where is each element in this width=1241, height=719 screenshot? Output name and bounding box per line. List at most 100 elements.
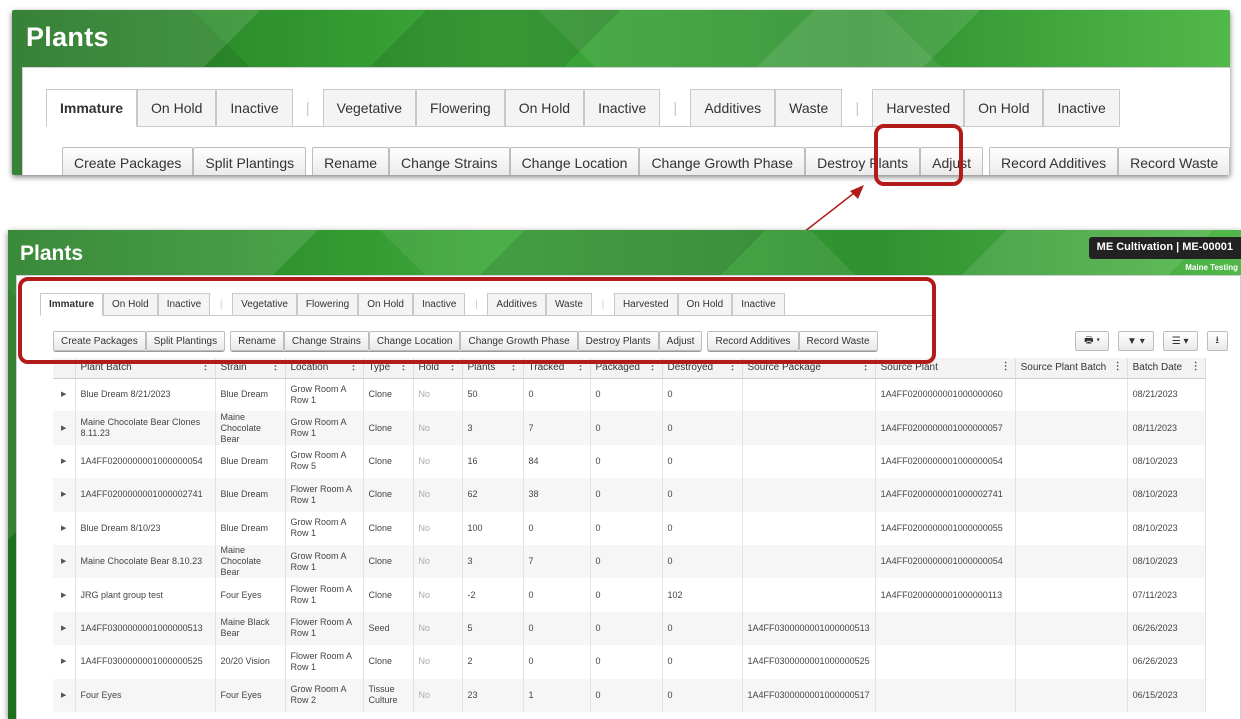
- cell-plant-batch: Four Eyes: [75, 678, 216, 712]
- table-row[interactable]: ▶ Maine Chocolate Bear 8.10.23 Maine Choco…: [53, 544, 1206, 579]
- expand-row-icon[interactable]: ▶: [53, 511, 76, 545]
- cell-tracked: 1: [523, 678, 591, 712]
- column-menu-icon[interactable]: ⋮: [1001, 361, 1011, 372]
- cell-source-plant-batch: [1015, 378, 1128, 412]
- table-row[interactable]: ▶ Blue Dream 8/21/2023 Blue Dream Grow Room…: [53, 378, 1206, 412]
- tab-inactive[interactable]: Inactive: [216, 89, 293, 127]
- cell-batch-date: 08/10/2023: [1127, 444, 1206, 479]
- table-row[interactable]: ▶ JRG plant group test Four Eyes Flower Roo…: [53, 578, 1206, 612]
- create-packages-button[interactable]: Create Packages: [62, 147, 194, 175]
- tab-inactive[interactable]: Inactive: [584, 89, 661, 127]
- cell-source-package: [742, 411, 876, 445]
- table-row[interactable]: ▶ Maine Chocolate Bear Clones 8.11.23 Main…: [53, 411, 1206, 445]
- table-row[interactable]: ▶ 1A4FF0200000001000000054 Blue Dream Grow …: [53, 444, 1206, 479]
- cell-type: Clone: [363, 478, 414, 512]
- cell-type: Clone: [363, 578, 414, 612]
- cell-destroyed: 0: [662, 611, 743, 646]
- cell-strain: Four Eyes: [215, 578, 286, 612]
- record-additives-button[interactable]: Record Additives: [989, 147, 1119, 175]
- cell-destroyed: 0: [662, 511, 743, 545]
- cell-hold: No: [413, 645, 463, 679]
- cell-strain: 20/20 Vision: [215, 645, 286, 679]
- columns-menu-icon[interactable]: ☰ ▾: [1162, 331, 1198, 351]
- tab-waste[interactable]: Waste: [775, 89, 843, 127]
- filter-icon[interactable]: ▼ ▾: [1118, 331, 1154, 351]
- tab-flowering[interactable]: Flowering: [416, 89, 505, 127]
- expand-row-icon[interactable]: ▶: [53, 444, 76, 479]
- cell-location: Grow Room A Row 1: [285, 511, 364, 545]
- split-plantings-button[interactable]: Split Plantings: [193, 147, 307, 175]
- column-header-batch-date[interactable]: Batch Date ⋮: [1127, 358, 1206, 379]
- tab-immature[interactable]: Immature: [46, 89, 138, 127]
- expand-row-icon[interactable]: ▶: [53, 411, 76, 445]
- table-row[interactable]: ▶ 1A4FF0300000001000000513 Maine Black Bea…: [53, 611, 1206, 646]
- column-header-source-plant-batch[interactable]: Source Plant Batch ⋮: [1015, 358, 1128, 379]
- expand-row-icon[interactable]: ▶: [53, 611, 76, 646]
- cell-plant-batch: Blue Dream 8/10/23: [75, 511, 216, 545]
- download-icon[interactable]: ⭳: [1206, 331, 1228, 351]
- cell-plant-batch: 1A4FF0300000001000000513: [75, 611, 216, 646]
- cell-source-plant: 1A4FF0200000001000000055: [875, 511, 1016, 545]
- change-growth-phase-button[interactable]: Change Growth Phase: [639, 147, 806, 175]
- cell-source-plant: [875, 645, 1016, 679]
- cell-hold: No: [413, 478, 463, 512]
- button-group: Create Packages Split Plantings: [62, 147, 307, 175]
- expand-row-icon[interactable]: ▶: [53, 678, 76, 712]
- expand-row-icon[interactable]: ▶: [53, 478, 76, 512]
- column-header-label: Source Plant Batch: [1020, 362, 1107, 374]
- expand-row-icon[interactable]: ▶: [53, 544, 76, 579]
- table-row[interactable]: ▶ 1A4FF0300000001000000525 20/20 Vision Flo…: [53, 645, 1206, 679]
- cell-packaged: 0: [590, 478, 663, 512]
- expand-row-icon[interactable]: ▶: [53, 645, 76, 679]
- cell-type: Clone: [363, 645, 414, 679]
- expand-row-icon[interactable]: ▶: [53, 578, 76, 612]
- tab-on-hold[interactable]: On Hold: [504, 89, 585, 127]
- cell-hold: No: [413, 411, 463, 445]
- column-menu-icon[interactable]: ⋮: [1113, 361, 1123, 372]
- cell-strain: Maine Black Bear: [215, 611, 286, 646]
- cell-tracked: 0: [523, 378, 591, 412]
- tab-on-hold[interactable]: On Hold: [964, 89, 1044, 127]
- column-header-label: Batch Date: [1132, 362, 1183, 374]
- cell-destroyed: 0: [662, 444, 743, 479]
- cell-plant-batch: Maine Chocolate Bear Clones 8.11.23: [75, 411, 216, 445]
- tab-additives[interactable]: Additives: [690, 89, 776, 127]
- cell-type: Clone: [363, 378, 414, 412]
- rename-button[interactable]: Rename: [312, 147, 390, 175]
- record-waste-button[interactable]: Record Waste: [1118, 147, 1230, 175]
- cell-plants: 16: [462, 444, 524, 479]
- tab-separator: |: [673, 99, 678, 117]
- cell-batch-date: 08/11/2023: [1127, 411, 1206, 445]
- facility-selector[interactable]: ME Cultivation | ME-00001: [1088, 237, 1241, 259]
- cell-plants: -2: [462, 578, 524, 612]
- cell-source-plant-batch: [1015, 511, 1128, 545]
- change-strains-button[interactable]: Change Strains: [389, 147, 510, 175]
- cell-source-plant-batch: [1015, 611, 1128, 646]
- cell-batch-date: 06/15/2023: [1127, 678, 1206, 712]
- cell-destroyed: 0: [662, 678, 743, 712]
- column-menu-icon[interactable]: ⋮: [1191, 361, 1201, 372]
- tab-vegetative[interactable]: Vegetative: [322, 89, 417, 127]
- cell-source-plant: 1A4FF0200000001000000060: [875, 378, 1016, 412]
- print-icon[interactable]: 🖶 ▾: [1075, 331, 1110, 351]
- expand-row-icon[interactable]: ▶: [53, 378, 76, 412]
- tab-on-hold[interactable]: On Hold: [137, 89, 217, 127]
- table-row[interactable]: ▶ 1A4FF0200000001000002741 Blue Dream Flowe…: [53, 478, 1206, 512]
- tab-inactive[interactable]: Inactive: [1043, 89, 1120, 127]
- tab-harvested[interactable]: Harvested: [872, 89, 965, 127]
- cell-packaged: 0: [590, 411, 663, 445]
- cell-type: Seed: [363, 611, 414, 646]
- cell-destroyed: 0: [662, 411, 743, 445]
- cell-source-plant-batch: [1015, 678, 1128, 712]
- cell-location: Grow Room A Row 2: [285, 678, 364, 712]
- table-row[interactable]: ▶ Four Eyes Four Eyes Grow Room A Row 2 Tiss…: [53, 678, 1206, 712]
- tab-separator: |: [305, 99, 310, 117]
- grid-tools: 🖶 ▾ ▼ ▾ ☰ ▾ ⭳: [1066, 331, 1228, 351]
- facility-subtitle: Maine Testing: [1185, 263, 1238, 272]
- cell-tracked: 7: [523, 411, 591, 445]
- change-location-button[interactable]: Change Location: [509, 147, 640, 175]
- table-row[interactable]: ▶ Blue Dream 8/10/23 Blue Dream Grow Room A…: [53, 511, 1206, 545]
- cell-location: Flower Room A Row 1: [285, 478, 364, 512]
- cell-destroyed: 102: [662, 578, 743, 612]
- cell-type: Clone: [363, 444, 414, 479]
